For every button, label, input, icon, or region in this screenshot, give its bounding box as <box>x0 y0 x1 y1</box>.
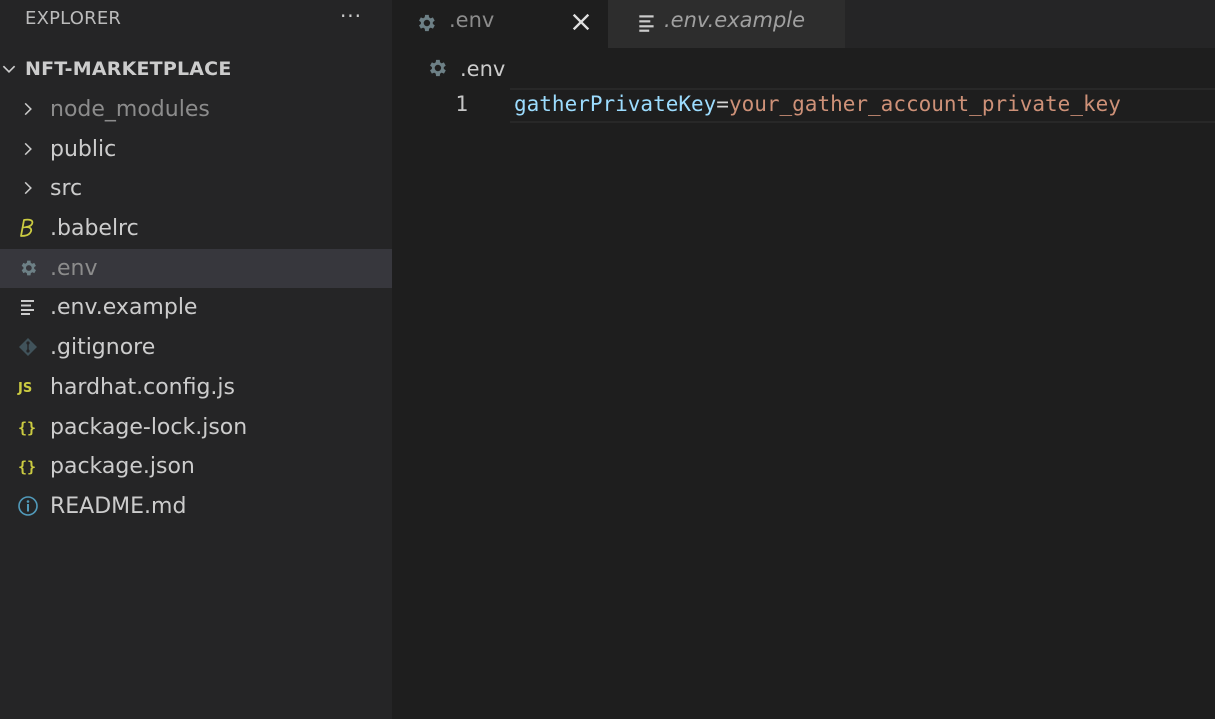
gear-icon <box>419 14 435 32</box>
tree-item-label: .gitignore <box>50 335 156 361</box>
gear-icon <box>17 257 39 279</box>
tree-item-label: .babelrc <box>50 216 139 242</box>
tree-item-label: .env <box>50 255 98 281</box>
tree-item-package-json[interactable]: {} package.json <box>0 447 392 487</box>
js-icon: JS <box>17 376 39 398</box>
babel-icon <box>17 217 39 239</box>
breadcrumb: .env <box>392 48 1215 88</box>
explorer-header: EXPLORER ··· <box>0 0 392 38</box>
chevron-right-icon <box>17 177 39 199</box>
project-folder-row[interactable]: NFT-MARKETPLACE <box>0 52 392 87</box>
tree-item-label: public <box>50 136 117 162</box>
explorer-sidebar: EXPLORER ··· NFT-MARKETPLACE node_module… <box>0 0 392 719</box>
tree-item-node-modules[interactable]: node_modules <box>0 90 392 130</box>
more-actions-button[interactable]: ··· <box>336 3 366 31</box>
chevron-right-icon <box>17 138 39 160</box>
svg-text:{}: {} <box>18 419 36 437</box>
env-key-token: gatherPrivateKey <box>514 92 717 116</box>
tree-item-env-example[interactable]: .env.example <box>0 288 392 328</box>
tree-item-label: package.json <box>50 454 195 480</box>
tree-item-label: .env.example <box>50 295 198 321</box>
git-icon <box>17 336 39 358</box>
tree-item-label: node_modules <box>50 97 210 122</box>
tree-item-env[interactable]: .env <box>0 248 392 289</box>
equals-token: = <box>716 92 729 116</box>
tree-item-public[interactable]: public <box>0 130 392 170</box>
env-value-token: your_gather_account_private_key <box>728 92 1121 116</box>
lines-icon <box>17 296 39 318</box>
tree-item-src[interactable]: src <box>0 169 392 209</box>
json-braces-icon: {} <box>17 416 39 438</box>
json-braces-icon: {} <box>17 455 39 477</box>
tree-item-package-lock-json[interactable]: {} package-lock.json <box>0 408 392 448</box>
tab-label: .env <box>449 8 495 32</box>
svg-text:{}: {} <box>18 458 36 476</box>
info-icon <box>17 495 39 517</box>
breadcrumb-file[interactable]: .env <box>460 57 505 81</box>
tree-item-readme[interactable]: README.md <box>0 487 392 527</box>
tree-item-label: hardhat.config.js <box>50 374 235 400</box>
tab-env[interactable]: .env <box>392 0 608 48</box>
vscode-window: EXPLORER ··· NFT-MARKETPLACE node_module… <box>0 0 1215 719</box>
code-line[interactable]: gatherPrivateKey=your_gather_account_pri… <box>514 92 1121 116</box>
tree-item-label: package-lock.json <box>50 414 248 440</box>
project-name: NFT-MARKETPLACE <box>25 58 232 80</box>
gear-icon <box>430 59 446 77</box>
explorer-title: EXPLORER <box>25 8 122 29</box>
tab-label: .env.example <box>664 8 806 32</box>
chevron-down-icon <box>2 65 16 74</box>
tree-item-gitignore[interactable]: .gitignore <box>0 328 392 368</box>
editor-tab-bar: .env .env.example <box>392 0 1215 48</box>
tree-item-babelrc[interactable]: .babelrc <box>0 209 392 249</box>
line-number: 1 <box>455 92 468 116</box>
close-icon[interactable] <box>568 9 594 35</box>
tree-item-hardhat-config[interactable]: JS hardhat.config.js <box>0 368 392 408</box>
file-tree: node_modules public src .babelrc .env .e… <box>0 90 392 527</box>
svg-text:JS: JS <box>17 381 32 396</box>
chevron-right-icon <box>17 98 39 120</box>
lines-icon <box>639 15 654 32</box>
tree-item-label: src <box>50 176 83 202</box>
tree-item-label: README.md <box>50 493 187 519</box>
code-editor[interactable]: 1 gatherPrivateKey=your_gather_account_p… <box>392 88 1215 719</box>
tab-env-example[interactable]: .env.example <box>608 0 845 48</box>
